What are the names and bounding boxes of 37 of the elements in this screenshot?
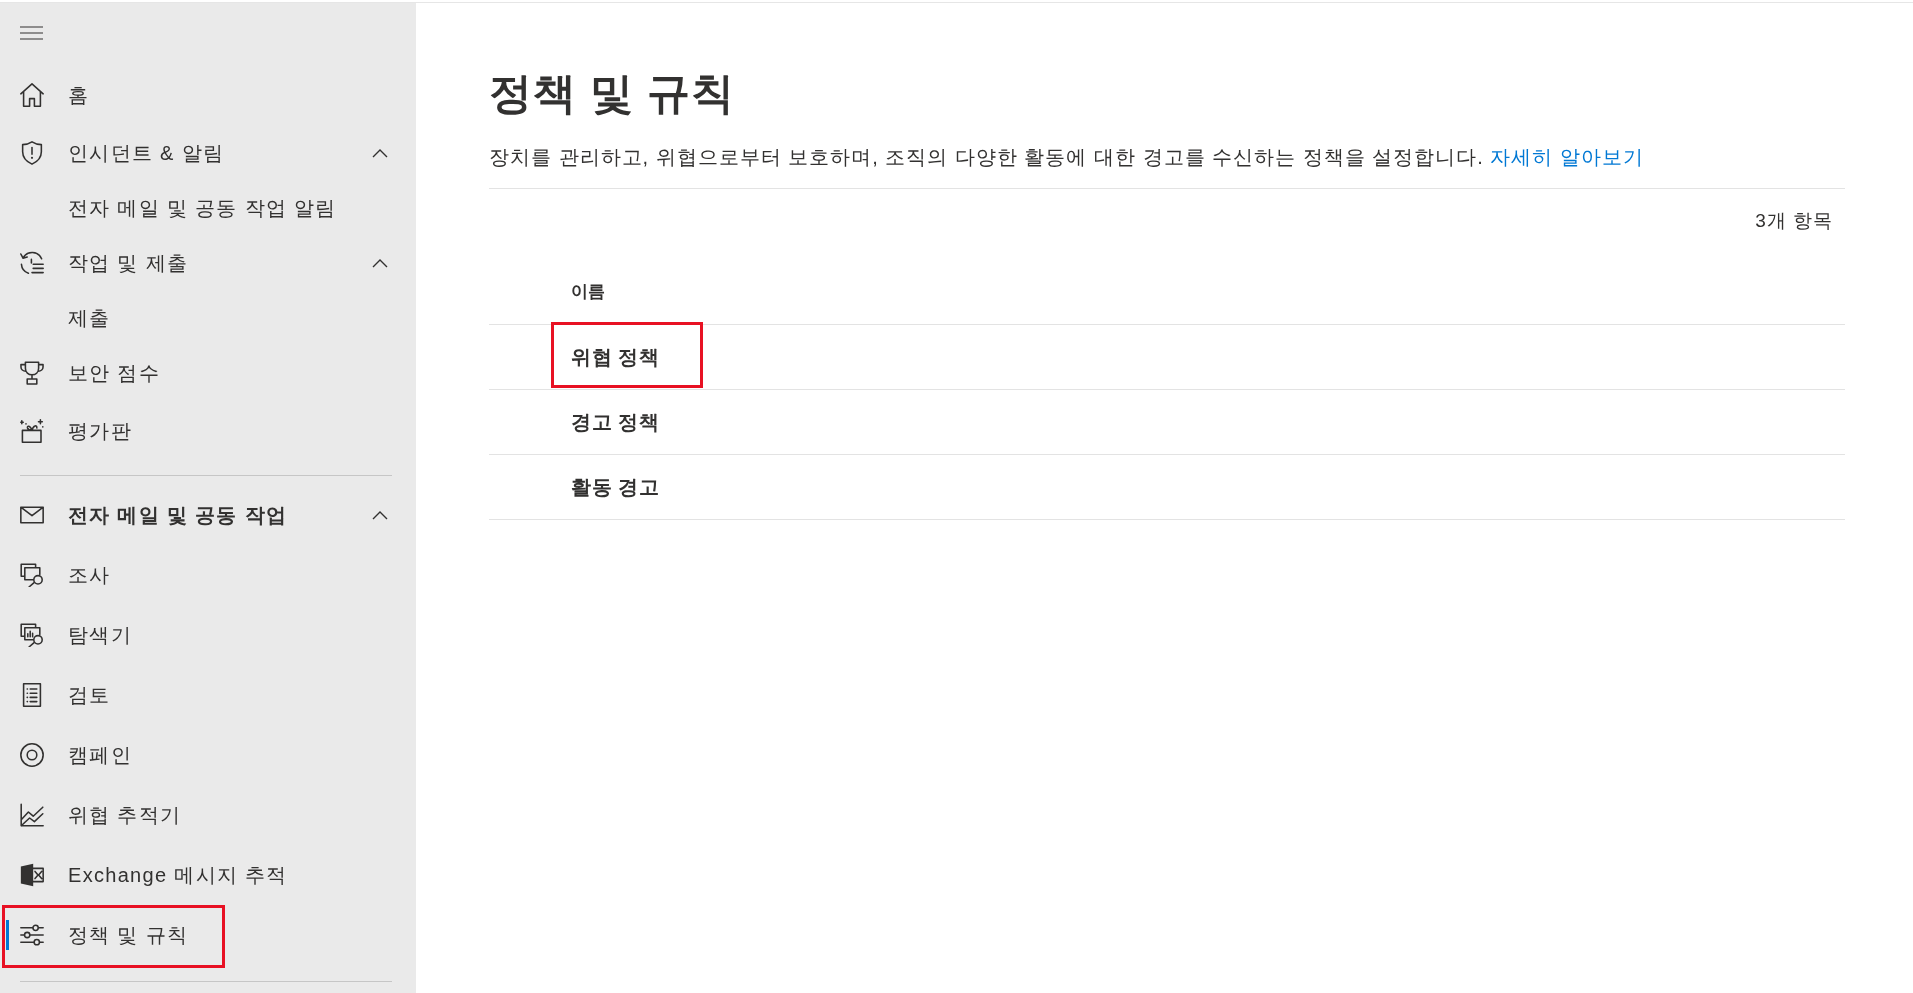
chart-search-icon (20, 623, 44, 647)
line-chart-icon (20, 803, 44, 827)
policy-row-name[interactable]: 위협 정책 (571, 343, 660, 371)
learn-more-link[interactable]: 자세히 알아보기 (1490, 146, 1644, 168)
item-count: 3개 항목 (1755, 209, 1833, 233)
nav-item[interactable]: 인시던트 & 알림 (0, 124, 416, 182)
nav-item[interactable]: 탐색기 (0, 605, 416, 665)
home-icon (20, 83, 44, 107)
nav-item[interactable]: 평가판 (0, 402, 416, 460)
history-list-icon (20, 251, 44, 275)
trophy-icon (20, 361, 44, 385)
menu-icon (20, 26, 43, 40)
nav-item[interactable]: 보안 점수 (0, 344, 416, 402)
gift-sparkle-icon (20, 419, 44, 443)
policy-row-name[interactable]: 활동 경고 (571, 473, 660, 501)
nav-item[interactable]: Exchange 메시지 추적 (0, 845, 416, 905)
mail-icon (20, 503, 44, 527)
dark-logo-icon (20, 863, 44, 887)
nav-subitem[interactable]: 전자 메일 및 공동 작업 알림 (0, 182, 416, 234)
page-title: 정책 및 규칙 (489, 68, 736, 119)
nav-subitem[interactable]: 제출 (0, 292, 416, 344)
column-header[interactable]: 이름 (571, 280, 605, 303)
nav-section-header[interactable]: 전자 메일 및 공동 작업 (0, 485, 416, 545)
sliders-icon (20, 923, 44, 947)
target-icon (20, 743, 44, 767)
nav-item[interactable]: 작업 및 제출 (0, 234, 416, 292)
nav-item[interactable]: 정책 및 규칙 (0, 905, 416, 965)
window-search-icon (20, 563, 44, 587)
nav-item[interactable]: 검토 (0, 665, 416, 725)
page-description: 장치를 관리하고, 위협으로부터 보호하며, 조직의 다양한 활동에 대한 경고를 수신하는 정책을 설정합니다. 자세히 알아보기 (489, 145, 1645, 170)
shield-alert-icon (20, 141, 44, 165)
nav-item[interactable]: 위협 추적기 (0, 785, 416, 845)
document-list-icon (20, 683, 44, 707)
nav-item[interactable]: 조사 (0, 545, 416, 605)
policy-row-name[interactable]: 경고 정책 (571, 408, 660, 436)
nav-item[interactable]: 캠페인 (0, 725, 416, 785)
nav-item[interactable]: 홈 (0, 66, 416, 124)
